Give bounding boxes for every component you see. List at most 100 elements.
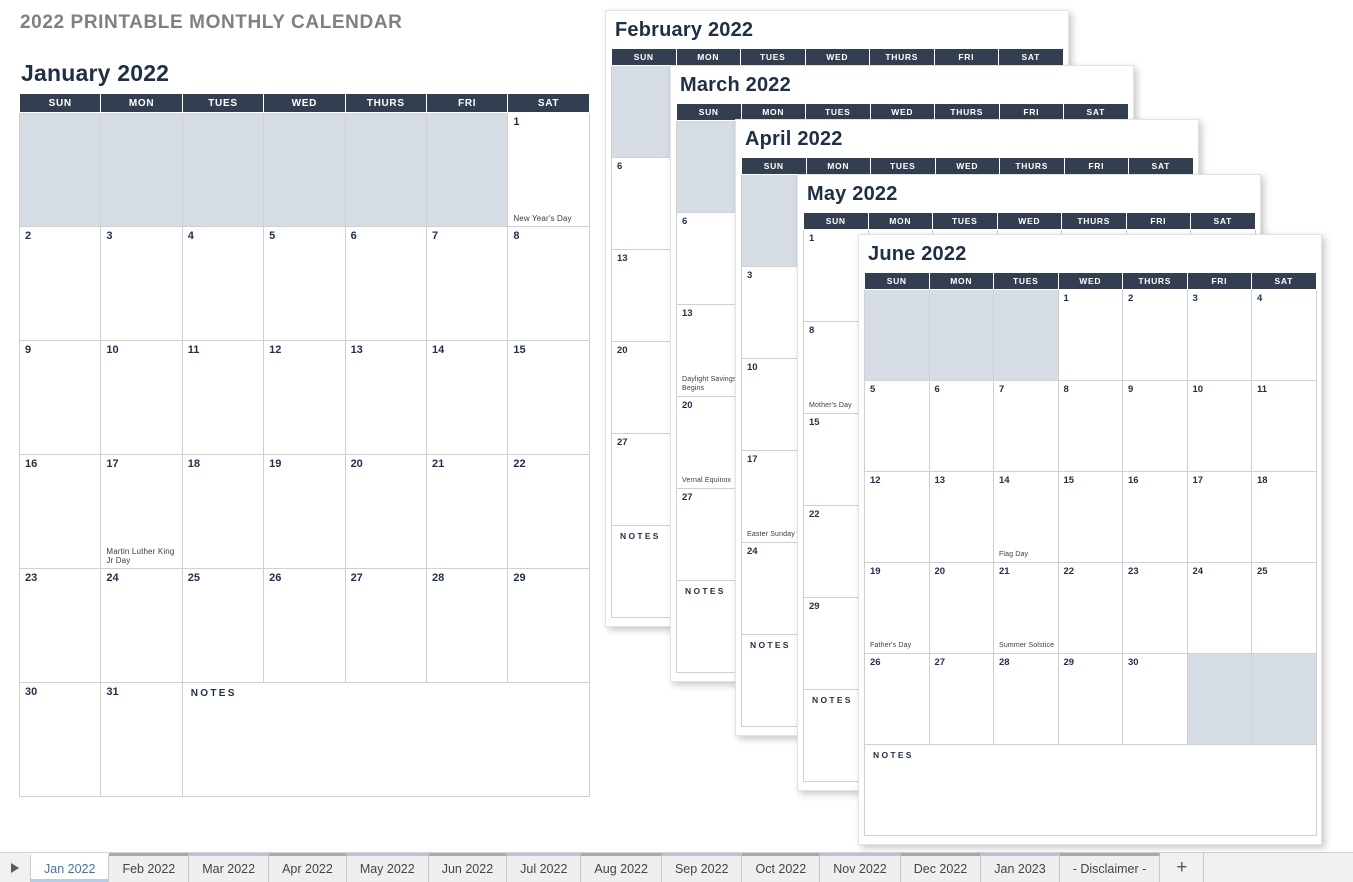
calendar-cell-day[interactable]: 22 <box>1057 562 1123 654</box>
calendar-cell-day[interactable]: 10 <box>1186 380 1252 472</box>
calendar-cell-day[interactable]: 16 <box>1122 471 1188 563</box>
calendar-cell-day[interactable]: 29 <box>1057 653 1123 745</box>
sheet-tab-oct-2022[interactable]: Oct 2022 <box>742 853 821 882</box>
calendar-cell-day[interactable]: 6 <box>344 226 427 341</box>
calendar-cell-day[interactable]: 28 <box>993 653 1059 745</box>
calendar-cell-day[interactable]: 15 <box>507 340 590 455</box>
calendar-cell-empty[interactable] <box>100 112 183 227</box>
calendar-cell-day[interactable]: 5 <box>864 380 930 472</box>
calendar-cell-day[interactable]: 16 <box>18 454 102 569</box>
calendar-cell-day[interactable]: 4 <box>1251 289 1317 381</box>
notes-cell[interactable]: NOTES <box>864 744 1317 836</box>
calendar-cell-day[interactable]: 3 <box>1186 289 1252 381</box>
sheet-tab-jan-2023[interactable]: Jan 2023 <box>981 853 1060 882</box>
calendar-cell-day[interactable]: 23 <box>18 568 102 683</box>
calendar-cell-day[interactable]: 13 Daylight Savings Begins <box>676 304 742 397</box>
calendar-cell-empty[interactable] <box>1186 653 1252 745</box>
calendar-cell-day[interactable]: 26 <box>263 568 346 683</box>
calendar-cell-day[interactable]: 29 <box>507 568 590 683</box>
calendar-cell-day[interactable]: 14 Flag Day <box>993 471 1059 563</box>
calendar-cell-day[interactable]: 26 <box>864 653 930 745</box>
calendar-cell-day[interactable]: 20 <box>344 454 427 569</box>
sheet-tab-disclaimer[interactable]: - Disclaimer - <box>1059 853 1161 882</box>
calendar-cell-empty[interactable] <box>18 112 102 227</box>
calendar-cell-day[interactable]: 9 <box>18 340 102 455</box>
calendar-cell-day[interactable]: 2 <box>1122 289 1188 381</box>
calendar-cell-day[interactable]: 5 <box>263 226 346 341</box>
calendar-cell-day[interactable]: 30 <box>1122 653 1188 745</box>
calendar-cell-day[interactable]: 9 <box>1122 380 1188 472</box>
calendar-cell-day[interactable]: 8 <box>507 226 590 341</box>
calendar-cell-day[interactable]: 19 Father's Day <box>864 562 930 654</box>
calendar-cell-day[interactable]: 28 <box>425 568 509 683</box>
calendar-cell-empty[interactable] <box>928 289 994 381</box>
sheet-tab-dec-2022[interactable]: Dec 2022 <box>900 853 982 882</box>
calendar-cell-day[interactable]: 2 <box>18 226 102 341</box>
calendar-cell-empty[interactable] <box>425 112 509 227</box>
sheet-tab-aug-2022[interactable]: Aug 2022 <box>581 853 662 882</box>
calendar-cell-day[interactable]: 25 <box>1251 562 1317 654</box>
calendar-cell-day[interactable]: 20 <box>928 562 994 654</box>
calendar-cell-day[interactable]: 27 <box>928 653 994 745</box>
tab-scroll-right-button[interactable] <box>0 853 30 882</box>
calendar-cell-day[interactable]: 25 <box>181 568 265 683</box>
calendar-cell-empty[interactable] <box>1251 653 1317 745</box>
sheet-tab-feb-2022[interactable]: Feb 2022 <box>109 853 190 882</box>
calendar-cell-day[interactable]: 10 <box>100 340 183 455</box>
calendar-cell-day[interactable]: 3 <box>100 226 183 341</box>
calendar-cell-day[interactable]: 13 <box>344 340 427 455</box>
sheet-tab-jul-2022[interactable]: Jul 2022 <box>507 853 582 882</box>
calendar-cell-day[interactable]: 18 <box>181 454 265 569</box>
calendar-cell-day[interactable]: 15 <box>1057 471 1123 563</box>
calendar-cell-day[interactable]: 20 Vernal Equinox <box>676 396 742 489</box>
calendar-cell-day[interactable]: 8 <box>1057 380 1123 472</box>
sheet-tab-jan-2022[interactable]: Jan 2022 <box>30 853 110 882</box>
calendar-cell-day[interactable]: 24 <box>100 568 183 683</box>
calendar-cell-day[interactable]: 22 <box>507 454 590 569</box>
calendar-cell-day[interactable]: 21 Summer Solstice <box>993 562 1059 654</box>
calendar-cell-day[interactable]: 1 New Year's Day <box>507 112 590 227</box>
calendar-cell-day[interactable]: 13 <box>928 471 994 563</box>
calendar-cell-day[interactable]: 23 <box>1122 562 1188 654</box>
calendar-cell-day[interactable]: 11 <box>1251 380 1317 472</box>
calendar-cell-empty[interactable] <box>344 112 427 227</box>
calendar-cell-empty[interactable] <box>676 120 742 213</box>
calendar-cell-day[interactable]: 17 Martin Luther King Jr Day <box>100 454 183 569</box>
calendar-cell-day[interactable]: 27 <box>611 433 677 526</box>
sheet-tab-jun-2022[interactable]: Jun 2022 <box>428 853 508 882</box>
calendar-cell-day[interactable]: 12 <box>864 471 930 563</box>
calendar-cell-day[interactable]: 4 <box>181 226 265 341</box>
calendar-cell-day[interactable]: 27 <box>344 568 427 683</box>
sheet-tab-nov-2022[interactable]: Nov 2022 <box>820 853 901 882</box>
calendar-cell-day[interactable]: 13 <box>611 249 677 342</box>
calendar-cell-day[interactable]: 11 <box>181 340 265 455</box>
calendar-cell-day[interactable]: 1 <box>1057 289 1123 381</box>
calendar-cell-day[interactable]: 18 <box>1251 471 1317 563</box>
calendar-cell-day[interactable]: 19 <box>263 454 346 569</box>
calendar-cell-day[interactable]: 7 <box>993 380 1059 472</box>
calendar-cell-day[interactable]: 6 <box>611 157 677 250</box>
calendar-cell-day[interactable]: 17 <box>1186 471 1252 563</box>
notes-cell[interactable]: NOTES <box>181 682 590 797</box>
calendar-cell-day[interactable]: 31 <box>100 682 183 797</box>
calendar-cell-day[interactable]: 6 <box>676 212 742 305</box>
calendar-cell-empty[interactable] <box>181 112 265 227</box>
calendar-cell-day[interactable]: 14 <box>425 340 509 455</box>
calendar-cell-day[interactable]: 27 <box>676 488 742 581</box>
calendar-cell-day[interactable]: 20 <box>611 341 677 434</box>
calendar-cell-empty[interactable] <box>611 65 677 158</box>
calendar-cell-empty[interactable] <box>993 289 1059 381</box>
sheet-tab-may-2022[interactable]: May 2022 <box>346 853 429 882</box>
calendar-cell-day[interactable]: 24 <box>1186 562 1252 654</box>
sheet-tab-sep-2022[interactable]: Sep 2022 <box>661 853 743 882</box>
add-sheet-button[interactable]: + <box>1160 853 1205 882</box>
sheet-tab-mar-2022[interactable]: Mar 2022 <box>189 853 270 882</box>
calendar-cell-day[interactable]: 21 <box>425 454 509 569</box>
calendar-cell-empty[interactable] <box>864 289 930 381</box>
calendar-cell-empty[interactable] <box>263 112 346 227</box>
calendar-cell-day[interactable]: 30 <box>18 682 102 797</box>
sheet-tab-apr-2022[interactable]: Apr 2022 <box>269 853 347 882</box>
calendar-cell-day[interactable]: 12 <box>263 340 346 455</box>
calendar-cell-day[interactable]: 7 <box>425 226 509 341</box>
calendar-cell-day[interactable]: 6 <box>928 380 994 472</box>
